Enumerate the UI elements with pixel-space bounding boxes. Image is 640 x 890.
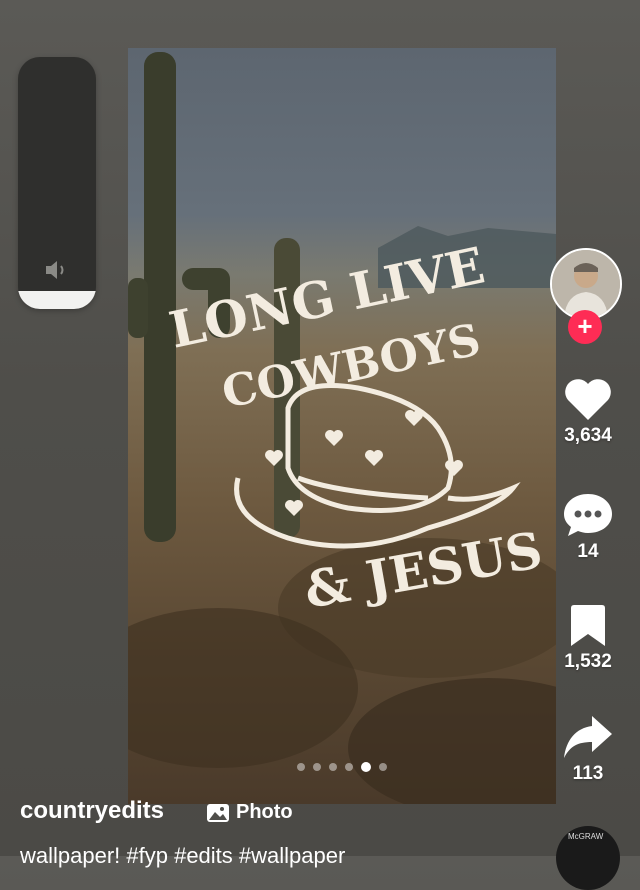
like-count: 3,634: [564, 425, 612, 446]
photo-type-label: Photo: [236, 801, 293, 823]
carousel-dot[interactable]: [297, 763, 305, 771]
speaker-icon: [46, 261, 64, 279]
creator-username[interactable]: countryedits: [20, 797, 164, 825]
music-disc-label: McGRAW: [568, 832, 604, 841]
carousel-dot-active[interactable]: [361, 762, 371, 772]
save-button[interactable]: 1,532: [548, 604, 628, 673]
carousel-dot[interactable]: [345, 763, 353, 771]
comment-count: 14: [577, 541, 599, 562]
bookmark-icon: [571, 605, 605, 646]
volume-level-fill: [18, 291, 96, 309]
post-photo[interactable]: LONG LIVE COWBOYS & JESUS: [128, 48, 556, 804]
heart-icon: [565, 379, 611, 420]
like-button[interactable]: 3,634: [548, 376, 628, 447]
follow-plus-button[interactable]: +: [568, 310, 602, 344]
carousel-dot[interactable]: [379, 763, 387, 771]
cowboy-hat-icon: [234, 383, 521, 549]
svg-text:& JESUS: & JESUS: [300, 520, 547, 620]
save-count: 1,532: [564, 651, 612, 672]
comment-bubble-icon: [564, 494, 612, 536]
share-arrow-icon: [564, 716, 612, 758]
creator-avatar-image: [552, 250, 620, 318]
long-live-cowboys-artwork: LONG LIVE COWBOYS & JESUS: [164, 235, 547, 620]
carousel-dot[interactable]: [313, 763, 321, 771]
music-disc[interactable]: McGRAW: [556, 826, 620, 890]
share-count: 113: [572, 763, 604, 784]
share-button[interactable]: 113: [548, 714, 628, 785]
comment-button[interactable]: 14: [548, 492, 628, 563]
post-caption[interactable]: wallpaper! #fyp #edits #wallpaper: [20, 843, 345, 869]
volume-slider[interactable]: [18, 57, 96, 309]
photo-icon: [207, 803, 229, 822]
photo-type-tag: Photo: [206, 801, 293, 824]
carousel-dot[interactable]: [329, 763, 337, 771]
carousel-indicator[interactable]: [128, 762, 556, 772]
